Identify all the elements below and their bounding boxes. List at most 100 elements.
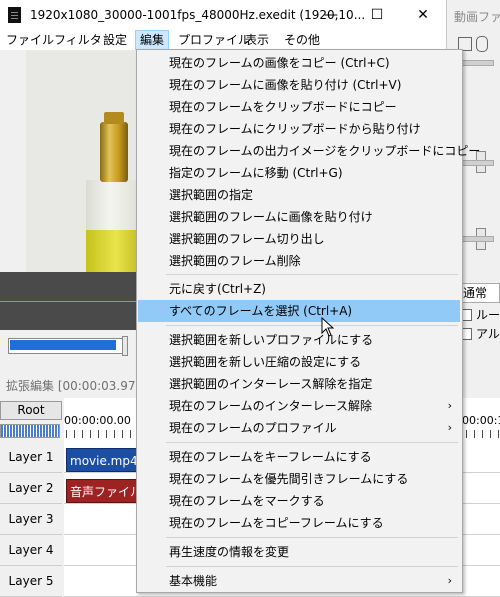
menu-separator xyxy=(166,442,458,443)
ruler-tick xyxy=(482,430,483,438)
object-settings-title: 動画ファイ xyxy=(454,10,500,24)
menu-separator xyxy=(166,566,458,567)
bottle-neck-image xyxy=(100,122,128,182)
mouse-icon[interactable] xyxy=(476,36,488,52)
audio-level-line xyxy=(0,301,138,302)
menu-item-frame-deinterlace[interactable]: 現在のフレームのインターレース解除 › xyxy=(138,395,460,417)
audio-clip[interactable]: 音声ファイル[標 xyxy=(66,479,138,503)
menu-item-set-priority-thin[interactable]: 現在のフレームを優先間引きフレームにする xyxy=(138,468,460,490)
menu-item-frame-profile[interactable]: 現在のフレームのプロファイル › xyxy=(138,417,460,439)
menu-item-label: 現在のフレームの画像をコピー (Ctrl+C) xyxy=(169,56,390,70)
app-icon xyxy=(8,7,21,23)
menu-item-label: 現在のフレームをコピーフレームにする xyxy=(169,516,384,530)
panel-slider[interactable] xyxy=(462,60,494,66)
menu-item-label: 現在のフレームをキーフレームにする xyxy=(169,450,372,464)
ruler-tick xyxy=(90,430,91,438)
menu-separator xyxy=(166,274,458,275)
ruler-tick xyxy=(130,430,131,438)
layer-label[interactable]: Layer 3 xyxy=(0,504,62,535)
mouse-cursor-icon xyxy=(321,317,335,337)
video-preview xyxy=(26,50,138,272)
ruler-tick xyxy=(122,430,123,438)
menu-item-label: 現在のフレームのインターレース解除 xyxy=(169,399,373,413)
menu-item-label: 元に戻す(Ctrl+Z) xyxy=(169,282,266,296)
menu-item-new-compression[interactable]: 選択範囲を新しい圧縮の設定にする xyxy=(138,351,460,373)
ruler-tick xyxy=(466,430,467,438)
menu-item-label: 選択範囲のフレーム切り出し xyxy=(169,232,325,246)
ruler-end-time: 00:00:1 xyxy=(462,414,500,427)
menu-item-copy-frame[interactable]: 現在のフレームをコピーフレームにする xyxy=(138,512,460,534)
menu-filter[interactable]: フィルタ xyxy=(50,30,106,50)
layer-label[interactable]: Layer 4 xyxy=(0,535,62,566)
menu-item-label: 現在のフレームの出力イメージをクリップボードにコピー xyxy=(169,144,481,158)
ruler-tick xyxy=(474,430,475,438)
menu-item-undo[interactable]: 元に戻す(Ctrl+Z) xyxy=(138,278,460,300)
menu-view[interactable]: 表示 xyxy=(241,30,273,50)
title-bar[interactable]: 1920x1080_30000-1001fps_48000Hz.exedit (… xyxy=(0,0,446,30)
layer-label[interactable]: Layer 2 xyxy=(0,473,62,504)
seek-bar-fill xyxy=(10,340,116,350)
close-button[interactable]: ✕ xyxy=(400,0,446,30)
layer-label[interactable]: Layer 1 xyxy=(0,442,62,473)
menu-bar: ファイル フィルタ 設定 編集 プロファイル 表示 その他 xyxy=(0,30,446,50)
minimize-button[interactable]: — xyxy=(308,0,354,30)
ruler-tick xyxy=(82,430,83,438)
menu-item-label: 現在のフレームにクリップボードから貼り付け xyxy=(169,122,421,136)
timeline-title: 拡張編集 [00:00:03.97] [1 xyxy=(6,379,157,393)
menu-item-change-playback-speed[interactable]: 再生速度の情報を変更 xyxy=(138,541,460,563)
menu-edit[interactable]: 編集 xyxy=(135,30,170,50)
menu-item-deinterlace-selection[interactable]: 選択範囲のインターレース解除を指定 xyxy=(138,373,460,395)
menu-item-paste-frame-image[interactable]: 現在のフレームに画像を貼り付け (Ctrl+V) xyxy=(138,74,460,96)
ruler-tick xyxy=(498,430,499,438)
menu-item-label: 現在のフレームのプロファイル xyxy=(169,421,337,435)
menu-item-copy-output-image[interactable]: 現在のフレームの出力イメージをクリップボードにコピー xyxy=(138,140,480,162)
menu-item-label: 選択範囲を新しいプロファイルにする xyxy=(169,333,374,347)
alpha-label: アルフ xyxy=(476,327,500,341)
menu-item-set-keyframe[interactable]: 現在のフレームをキーフレームにする xyxy=(138,446,460,468)
menu-item-label: 選択範囲のフレーム削除 xyxy=(169,254,301,268)
menu-item-copy-frame-image[interactable]: 現在のフレームの画像をコピー (Ctrl+C) xyxy=(138,52,460,74)
video-clip[interactable]: movie.mp4 xyxy=(66,448,138,472)
blend-mode-select[interactable]: 通常 xyxy=(458,283,500,303)
bottle-cap-image xyxy=(104,112,124,124)
menu-item-set-selection[interactable]: 選択範囲の指定 xyxy=(138,184,460,206)
maximize-button[interactable]: ☐ xyxy=(354,0,400,30)
bottle-oil-image xyxy=(86,230,138,272)
menu-item-label: すべてのフレームを選択 (Ctrl+A) xyxy=(169,304,353,318)
ruler-tick xyxy=(98,430,99,438)
menu-item-label: 現在のフレームをマークする xyxy=(169,494,325,508)
zoom-strip[interactable] xyxy=(0,424,60,438)
ruler-tick xyxy=(66,430,67,438)
loop-label: ルーフ xyxy=(476,308,500,322)
chevron-right-icon: › xyxy=(447,399,452,412)
menu-item-paste-from-clipboard[interactable]: 現在のフレームにクリップボードから貼り付け xyxy=(138,118,460,140)
menu-other[interactable]: その他 xyxy=(280,30,324,50)
menu-item-paste-to-selection[interactable]: 選択範囲のフレームに画像を貼り付け xyxy=(138,206,460,228)
menu-separator xyxy=(166,537,458,538)
menu-separator xyxy=(166,325,458,326)
seek-thumb[interactable] xyxy=(122,336,128,356)
ruler-tick xyxy=(490,430,491,438)
menu-item-label: 選択範囲の指定 xyxy=(169,188,254,202)
menu-item-mark-frame[interactable]: 現在のフレームをマークする xyxy=(138,490,460,512)
menu-item-label: 再生速度の情報を変更 xyxy=(169,545,290,559)
layer-label[interactable]: Layer 5 xyxy=(0,566,62,597)
menu-item-copy-to-clipboard[interactable]: 現在のフレームをクリップボードにコピー xyxy=(138,96,460,118)
menu-item-basic-functions[interactable]: 基本機能 › xyxy=(138,570,460,592)
ruler-tick xyxy=(114,430,115,438)
menu-item-label: 指定のフレームに移動 (Ctrl+G) xyxy=(169,166,343,180)
menu-item-label: 選択範囲を新しい圧縮の設定にする xyxy=(169,355,362,369)
menu-settings[interactable]: 設定 xyxy=(99,30,131,50)
panel-slider[interactable] xyxy=(462,236,494,242)
chevron-right-icon: › xyxy=(447,421,452,434)
menu-item-delete-selection[interactable]: 選択範囲のフレーム削除 xyxy=(138,250,460,272)
root-button[interactable]: Root xyxy=(0,401,62,420)
menu-item-new-profile[interactable]: 選択範囲を新しいプロファイルにする xyxy=(138,329,460,351)
chevron-right-icon: › xyxy=(447,574,452,587)
ruler-start-time: 00:00:00.00 xyxy=(64,414,131,427)
ruler-tick xyxy=(106,430,107,438)
menu-item-go-to-frame[interactable]: 指定のフレームに移動 (Ctrl+G) xyxy=(138,162,460,184)
ruler-tick xyxy=(74,430,75,438)
menu-item-select-all[interactable]: すべてのフレームを選択 (Ctrl+A) xyxy=(138,300,460,322)
menu-item-cut-out-selection[interactable]: 選択範囲のフレーム切り出し xyxy=(138,228,460,250)
